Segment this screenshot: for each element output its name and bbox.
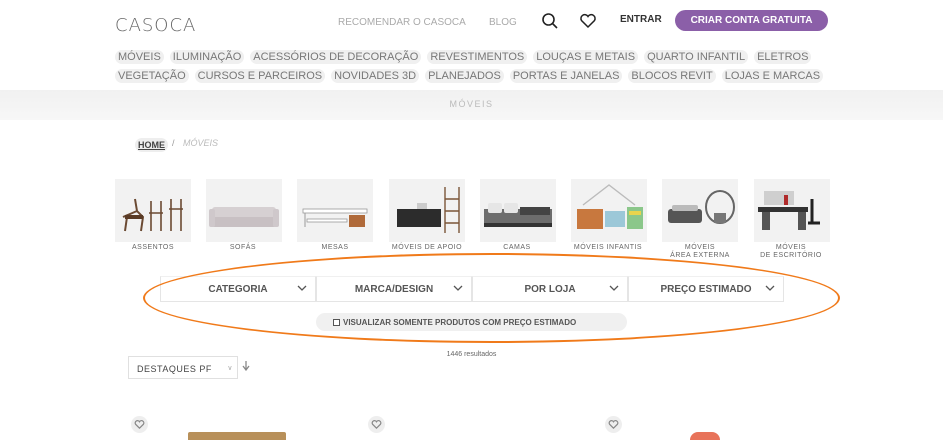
favorite-button[interactable] [605, 416, 622, 433]
signup-button[interactable]: CRIAR CONTA GRATUITA [675, 10, 828, 31]
breadcrumb-current: MÓVEIS [183, 138, 219, 148]
sofa-image [209, 207, 279, 227]
category-menu-item[interactable]: NOVIDADES 3D [331, 69, 420, 83]
category-menu-item[interactable]: PLANEJADOS [425, 69, 504, 83]
heart-icon[interactable] [579, 12, 597, 30]
annotation-ellipse [143, 253, 840, 343]
subcategory-label: ASSENTOS [132, 244, 174, 251]
subcategory-label: CAMAS [503, 244, 531, 251]
table-image [302, 208, 368, 227]
subcategory-label: MÓVEIS ÁREA EXTERNA [670, 244, 730, 259]
chevron-down-icon: ∨ [227, 365, 233, 372]
subcategory-tile-sofas[interactable] [206, 179, 282, 242]
heart-icon [371, 420, 382, 430]
category-menu-item[interactable]: REVESTIMENTOS [427, 50, 528, 64]
login-link[interactable]: ENTRAR [620, 14, 662, 25]
category-menu-row-1: MÓVEIS ILUMINAÇÃO ACESSÓRIOS DE DECORAÇÃ… [115, 50, 812, 64]
subcategory-tile-mesas[interactable] [297, 179, 373, 242]
subcategory-tile-assentos[interactable] [115, 179, 191, 242]
category-menu-item[interactable]: ILUMINAÇÃO [169, 50, 245, 64]
breadcrumb-separator: / [172, 138, 175, 148]
outdoor-furniture-image [668, 190, 735, 224]
recommend-link[interactable]: RECOMENDAR O CASOCA [338, 17, 466, 28]
subcategory-label: MÓVEIS DE APOIO [391, 244, 463, 251]
category-menu-item[interactable]: PORTAS E JANELAS [509, 69, 623, 83]
top-header: CASOCA RECOMENDAR O CASOCA BLOG ENTRAR C… [0, 0, 943, 90]
subcategory-tile-moveis-de-apoio[interactable] [389, 179, 465, 242]
category-menu-item[interactable]: CURSOS E PARCEIROS [194, 69, 326, 83]
category-menu-item[interactable]: VEGETAÇÃO [115, 69, 189, 83]
subcategory-tile-moveis-area-externa[interactable] [662, 179, 738, 242]
category-menu-item[interactable]: ACESSÓRIOS DE DECORAÇÃO [250, 50, 422, 64]
product-image[interactable] [690, 432, 720, 440]
blog-link[interactable]: BLOG [489, 17, 517, 28]
breadcrumb-home[interactable]: HOME [135, 138, 168, 152]
casoca-logo[interactable]: CASOCA [115, 8, 196, 38]
heart-icon [134, 420, 145, 430]
section-title: MÓVEIS [449, 99, 494, 109]
category-menu-row-2: VEGETAÇÃO CURSOS E PARCEIROS NOVIDADES 3… [115, 69, 824, 83]
subcategory-tile-moveis-de-escritorio[interactable] [754, 179, 830, 242]
subcategory-label: MÓVEIS INFANTIS [573, 244, 643, 251]
sort-select[interactable]: DESTAQUES PF ∨ [128, 356, 238, 379]
chairs-image [122, 198, 183, 232]
subcategory-label: SOFÁS [229, 244, 257, 251]
category-menu-item[interactable]: ELETROS [754, 50, 812, 64]
sort-value: DESTAQUES PF [137, 364, 212, 374]
category-menu-item[interactable]: MÓVEIS [115, 50, 164, 64]
subcategory-tile-camas[interactable] [480, 179, 556, 242]
category-menu-item[interactable]: BLOCOS REVIT [628, 69, 716, 83]
heart-icon [608, 420, 619, 430]
subcategory-label: MÓVEIS DE ESCRITÓRIO [760, 244, 822, 259]
subcategory-tile-moveis-infantis[interactable] [571, 179, 647, 242]
product-image[interactable] [188, 432, 286, 440]
favorite-button[interactable] [131, 416, 148, 433]
category-menu-item[interactable]: LOUÇAS E METAIS [533, 50, 639, 64]
category-menu-item[interactable]: QUARTO INFANTIL [644, 50, 749, 64]
subcategory-label: MESAS [321, 244, 349, 251]
sort-direction-icon[interactable] [242, 361, 250, 371]
office-desk-image [758, 191, 820, 230]
favorite-button[interactable] [368, 416, 385, 433]
category-menu-item[interactable]: LOJAS E MARCAS [721, 69, 824, 83]
search-icon[interactable] [541, 12, 559, 30]
bed-image [484, 203, 552, 227]
crib-image [577, 184, 643, 229]
sideboard-image [397, 187, 460, 233]
